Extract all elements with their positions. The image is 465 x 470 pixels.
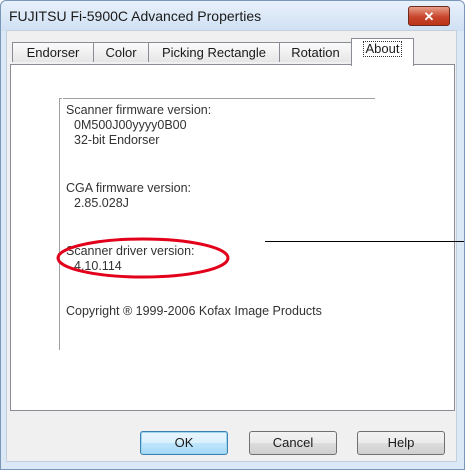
- help-button-label: Help: [387, 435, 415, 450]
- ok-button[interactable]: OK: [140, 431, 228, 455]
- close-button[interactable]: ✕: [408, 6, 450, 26]
- tab-picking-rectangle-label: Picking Rectangle: [161, 45, 267, 60]
- cga-firmware-label: CGA firmware version:: [66, 181, 192, 195]
- close-icon: ✕: [423, 8, 435, 24]
- cancel-button[interactable]: Cancel: [249, 431, 337, 455]
- cancel-button-label: Cancel: [272, 435, 314, 450]
- tab-endorser-label: Endorser: [26, 45, 80, 60]
- scanner-firmware-extra: 32-bit Endorser: [74, 133, 160, 147]
- info-frame-top-border: [59, 98, 375, 102]
- copyright-text: Copyright ® 1999-2006 Kofax Image Produc…: [66, 304, 322, 318]
- tab-picking-rectangle[interactable]: Picking Rectangle: [148, 42, 280, 62]
- tab-endorser[interactable]: Endorser: [12, 42, 94, 62]
- tab-color-label: Color: [105, 45, 137, 60]
- tab-color[interactable]: Color: [93, 42, 149, 62]
- help-button[interactable]: Help: [357, 431, 445, 455]
- title-bar[interactable]: FUJITSU Fi-5900C Advanced Properties ✕: [1, 1, 464, 31]
- scanner-firmware-label: Scanner firmware version:: [66, 103, 212, 117]
- ok-button-label: OK: [174, 435, 194, 450]
- tab-about-label: About: [362, 41, 403, 57]
- tab-about[interactable]: About: [351, 38, 414, 66]
- tab-rotation[interactable]: Rotation: [279, 42, 352, 62]
- annotation-pointer-line: [265, 241, 464, 242]
- cga-firmware-value: 2.85.028J: [74, 196, 129, 210]
- highlight-ellipse: [56, 237, 230, 279]
- scanner-firmware-value: 0M500J00yyyy0B00: [74, 118, 187, 132]
- tab-rotation-label: Rotation: [291, 45, 340, 60]
- info-frame-left-border: [59, 98, 63, 350]
- window-title: FUJITSU Fi-5900C Advanced Properties: [9, 8, 262, 24]
